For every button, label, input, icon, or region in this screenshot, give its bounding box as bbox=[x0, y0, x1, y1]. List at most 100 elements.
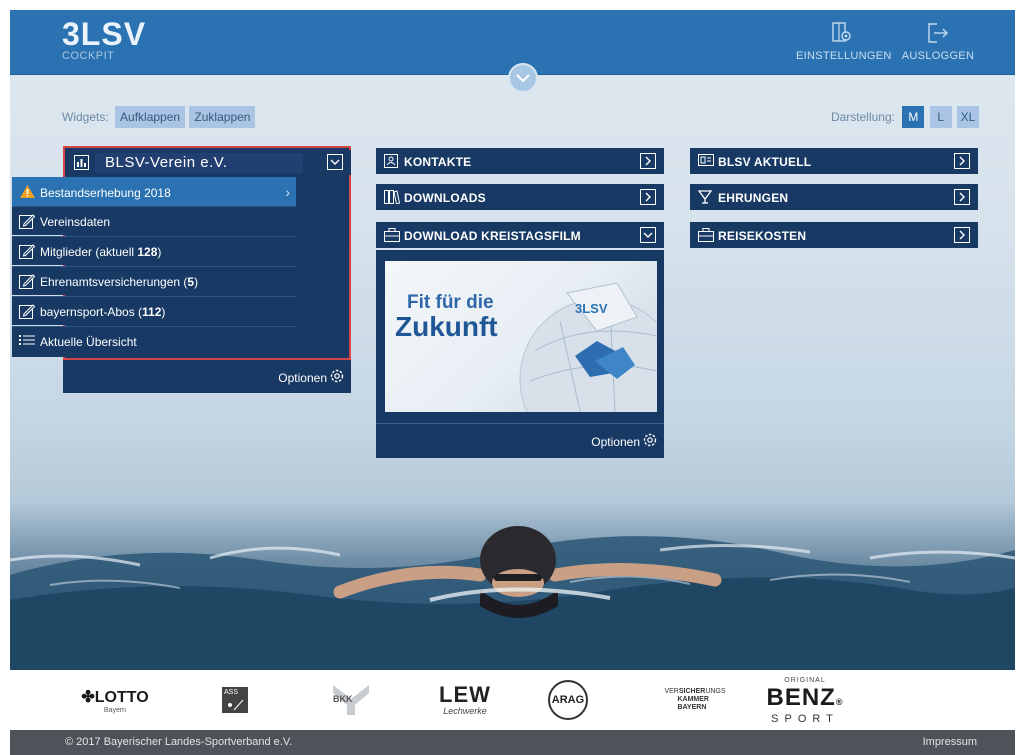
lotto-sub: Bayern bbox=[103, 706, 127, 714]
menu-item-mitglieder[interactable]: Mitglieder (aktuell 128) bbox=[12, 236, 296, 265]
widget-title: REISEKOSTEN bbox=[718, 229, 807, 243]
contact-card-icon bbox=[384, 154, 398, 168]
club-widget-header[interactable]: BLSV-Verein e.V. bbox=[67, 150, 351, 175]
books-icon bbox=[384, 190, 400, 204]
widget-blsv-aktuell[interactable]: BLSV AKTUELL bbox=[690, 148, 978, 174]
item-count: 128 bbox=[137, 245, 158, 259]
widget-title: EHRUNGEN bbox=[718, 191, 789, 205]
club-options-button[interactable]: Optionen bbox=[63, 360, 351, 393]
expand-header-button[interactable] bbox=[508, 63, 538, 93]
menu-item-label: Aktuelle Übersicht bbox=[40, 335, 137, 349]
menu-item-bestandserhebung[interactable]: Bestandserhebung 2018 › bbox=[12, 177, 296, 206]
vk-ungs: UNGS bbox=[705, 688, 726, 695]
logo-mark: 3LSV bbox=[62, 16, 147, 52]
expand-all-button[interactable]: Aufklappen bbox=[115, 106, 186, 128]
size-l-button[interactable]: L bbox=[929, 106, 952, 128]
widget-title: KONTAKTE bbox=[404, 155, 472, 169]
menu-item-label: Vereinsdaten bbox=[40, 215, 111, 229]
logout-icon bbox=[928, 23, 948, 43]
size-m-button[interactable]: M bbox=[902, 106, 925, 128]
widget-kreistagsfilm[interactable]: DOWNLOAD KREISTAGSFILM bbox=[376, 222, 664, 248]
arag-text: ARAG bbox=[551, 694, 585, 706]
collapse-all-button[interactable]: Zuklappen bbox=[189, 106, 256, 128]
widget-ehrungen[interactable]: EHRUNGEN bbox=[690, 184, 978, 210]
display-size-toolbar: Darstellung: M L XL bbox=[831, 106, 979, 128]
menu-item-ehrenamt[interactable]: Ehrenamtsversicherungen (5) bbox=[12, 266, 296, 295]
kreistagsfilm-preview-image[interactable]: Fit für die Zukunft 3LSV bbox=[385, 261, 657, 412]
copyright: © 2017 Bayerischer Landes-Sportverband e… bbox=[65, 736, 293, 748]
expand-arrow-icon[interactable] bbox=[954, 189, 970, 205]
vk-sicher: SICHER bbox=[678, 688, 706, 695]
lotto-text: LOTTO bbox=[94, 688, 149, 706]
registered-icon: ® bbox=[835, 697, 844, 707]
widget-kontakte[interactable]: KONTAKTE bbox=[376, 148, 664, 174]
menu-item-uebersicht[interactable]: Aktuelle Übersicht bbox=[12, 326, 296, 357]
menu-item-bayernsport-abos[interactable]: bayernsport-Abos (112) bbox=[12, 296, 296, 325]
ass-logo[interactable]: ASS bbox=[215, 670, 255, 730]
benz-sport-logo[interactable]: ORIGINAL BENZ® SPORT bbox=[755, 670, 855, 730]
lew-text: LEW bbox=[439, 682, 491, 707]
expand-arrow-icon[interactable] bbox=[954, 153, 970, 169]
chart-icon bbox=[74, 155, 89, 170]
briefcase-icon bbox=[384, 228, 400, 242]
expand-arrow-icon[interactable] bbox=[640, 189, 656, 205]
item-suffix: ) bbox=[194, 275, 199, 289]
benz-text: BENZ bbox=[766, 684, 836, 711]
widget-title: DOWNLOAD KREISTAGSFILM bbox=[404, 229, 581, 243]
widgets-label: Widgets: bbox=[62, 110, 109, 124]
item-count: 112 bbox=[142, 305, 162, 319]
item-text: bayernsport-Abos ( bbox=[40, 305, 143, 319]
lew-sub: Lechwerke bbox=[443, 706, 487, 716]
lotto-logo[interactable]: ✤LOTTO Bayern bbox=[65, 670, 165, 730]
display-label: Darstellung: bbox=[830, 110, 895, 124]
ass-text: ASS bbox=[224, 689, 239, 696]
widgets-toolbar: Widgets: Aufklappen Zuklappen bbox=[62, 106, 256, 128]
bkk-text: BKK bbox=[333, 694, 353, 704]
warning-icon bbox=[20, 185, 35, 198]
options-label: Optionen bbox=[278, 371, 327, 385]
edit-icon bbox=[19, 214, 35, 229]
size-xl-button[interactable]: XL bbox=[957, 106, 979, 128]
collapse-arrow-icon[interactable] bbox=[640, 227, 656, 243]
film-blsv-logo: 3LSV bbox=[575, 301, 608, 316]
benz-sport: SPORT bbox=[771, 713, 839, 725]
ass-mark-icon bbox=[228, 699, 244, 711]
logout-button[interactable]: AUSLOGGEN bbox=[900, 22, 976, 62]
list-icon bbox=[19, 335, 35, 345]
lew-logo[interactable]: LEW Lechwerke bbox=[430, 670, 500, 730]
gear-icon bbox=[330, 369, 344, 383]
logout-label: AUSLOGGEN bbox=[901, 50, 975, 62]
impressum-link[interactable]: Impressum bbox=[923, 736, 977, 748]
versicherungskammer-logo[interactable]: VERSICHERUNGS KAMMER BAYERN bbox=[650, 670, 740, 730]
trophy-icon bbox=[698, 190, 712, 204]
dropdown-toggle-icon[interactable] bbox=[327, 154, 343, 170]
briefcase-icon bbox=[698, 228, 714, 242]
film-headline-2: Zukunft bbox=[395, 311, 498, 342]
settings-label: EINSTELLUNGEN bbox=[796, 50, 892, 62]
edit-icon bbox=[19, 274, 35, 289]
menu-item-label: Ehrenamtsversicherungen (5) bbox=[40, 275, 198, 289]
page-frame: 3LSV COCKPIT EINSTELLUNGEN AUSLOGGEN Wid… bbox=[10, 10, 1015, 755]
film-options-button[interactable]: Optionen bbox=[376, 424, 664, 458]
menu-item-vereinsdaten[interactable]: Vereinsdaten bbox=[12, 206, 296, 235]
item-text: Mitglieder (aktuell bbox=[40, 245, 138, 259]
settings-button[interactable]: EINSTELLUNGEN bbox=[796, 22, 891, 62]
arag-logo[interactable]: ARAG bbox=[543, 670, 593, 730]
widget-reisekosten[interactable]: REISEKOSTEN bbox=[690, 222, 978, 248]
clover-icon: ✤ bbox=[81, 688, 95, 706]
vk-ver: VER bbox=[664, 688, 679, 695]
expand-arrow-icon[interactable] bbox=[640, 153, 656, 169]
blsv-logo[interactable]: 3LSV COCKPIT bbox=[62, 18, 146, 62]
settings-icon bbox=[832, 22, 851, 42]
widget-downloads[interactable]: DOWNLOADS bbox=[376, 184, 664, 210]
widget-title: DOWNLOADS bbox=[404, 191, 486, 205]
expand-arrow-icon[interactable] bbox=[954, 227, 970, 243]
bkk-logo[interactable]: BKK bbox=[328, 670, 374, 730]
options-label: Optionen bbox=[591, 435, 640, 449]
item-text: Ehrenamtsversicherungen ( bbox=[40, 275, 188, 289]
menu-item-label: Bestandserhebung 2018 bbox=[40, 186, 171, 200]
edit-icon bbox=[19, 304, 35, 319]
item-suffix: ) bbox=[157, 245, 162, 259]
chevron-right-icon: › bbox=[285, 184, 290, 200]
menu-item-label: Mitglieder (aktuell 128) bbox=[40, 245, 161, 259]
